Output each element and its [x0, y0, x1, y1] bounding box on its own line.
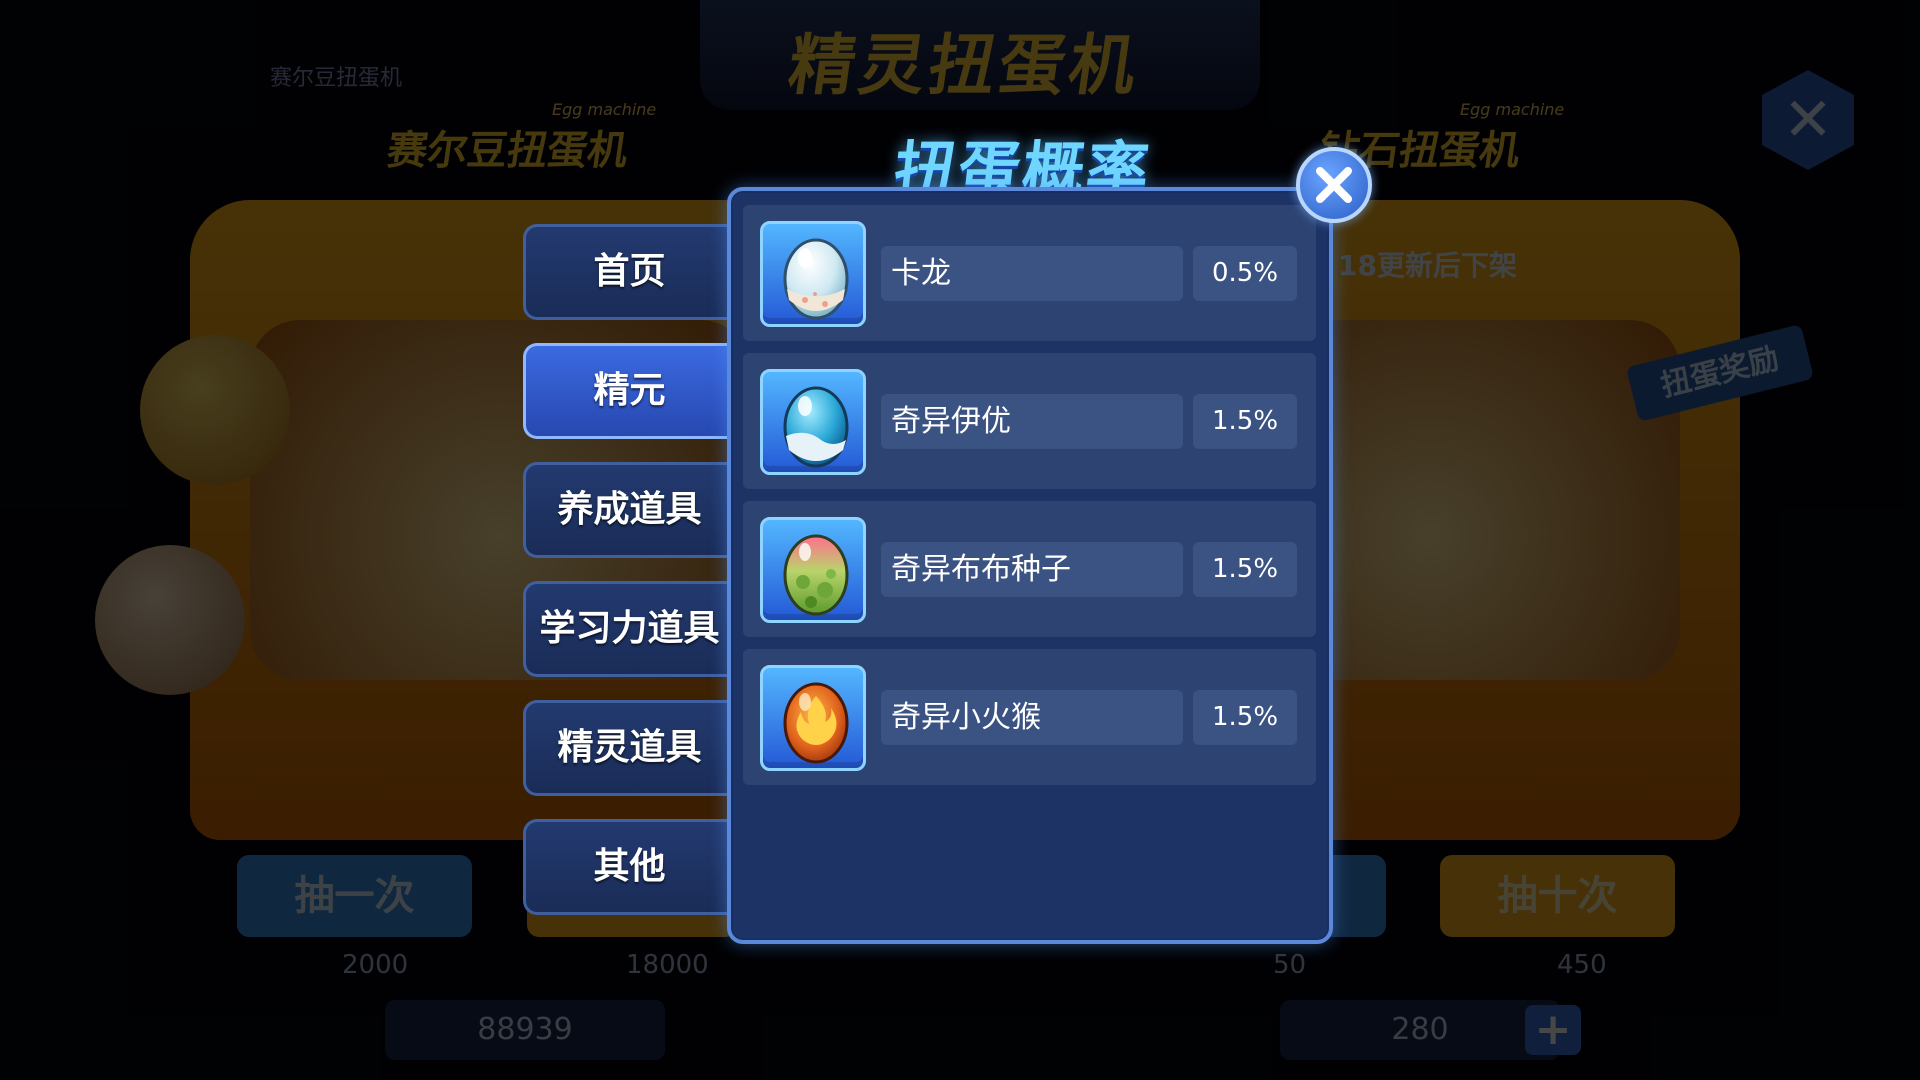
item-name: 奇异布布种子	[881, 542, 1183, 597]
bg-plus-icon: +	[1525, 1005, 1581, 1055]
bg-cost: 50	[1273, 950, 1307, 980]
tab-essence[interactable]: 精元	[523, 343, 733, 439]
item-name: 卡龙	[881, 246, 1183, 301]
list-item: 奇异布布种子 1.5%	[743, 501, 1316, 637]
bg-draw-ten-button: 抽十次	[1440, 855, 1675, 937]
tab-growth-items[interactable]: 养成道具	[523, 462, 733, 558]
bg-title: 精灵扭蛋机	[783, 27, 1145, 104]
bg-notice: 18更新后下架	[1338, 249, 1517, 282]
bg-bean-balance: 88939	[385, 1000, 665, 1060]
bg-left-machine-title: 赛尔豆扭蛋机	[384, 128, 631, 174]
tab-other[interactable]: 其他	[523, 819, 733, 915]
item-probability: 1.5%	[1193, 542, 1297, 597]
bg-close-icon: ✕	[1762, 70, 1854, 170]
bg-cost: 450	[1557, 950, 1607, 980]
bg-title-bar	[700, 0, 1260, 110]
tab-learning-items[interactable]: 学习力道具	[523, 581, 733, 677]
list-item: 奇异小火猴 1.5%	[743, 649, 1316, 785]
bg-cost: 18000	[626, 950, 709, 980]
item-name: 奇异小火猴	[881, 690, 1183, 745]
white-spotted-egg-icon	[760, 221, 866, 327]
bg-reward-tag: 扭蛋奖励	[1625, 324, 1815, 422]
bg-draw-once-button: 抽一次	[237, 855, 472, 937]
tab-spirit-items[interactable]: 精灵道具	[523, 700, 733, 796]
bg-left-tab: 赛尔豆扭蛋机	[270, 66, 403, 91]
list-item: 卡龙 0.5%	[743, 205, 1316, 341]
item-name: 奇异伊优	[881, 394, 1183, 449]
list-item: 奇异伊优 1.5%	[743, 353, 1316, 489]
bg-right-subtitle: Egg machine	[1460, 100, 1565, 119]
bg-left-subtitle: Egg machine	[552, 100, 657, 119]
close-icon	[1316, 167, 1352, 203]
bg-diamond-balance: 280	[1280, 1000, 1560, 1060]
item-probability: 0.5%	[1193, 246, 1297, 301]
bg-cost: 2000	[342, 950, 409, 980]
tab-home[interactable]: 首页	[523, 224, 733, 320]
item-probability: 1.5%	[1193, 394, 1297, 449]
bg-pet-orb	[140, 335, 290, 485]
orange-flame-egg-icon	[760, 665, 866, 771]
close-button[interactable]	[1296, 147, 1372, 223]
blue-water-egg-icon	[760, 369, 866, 475]
green-pink-egg-icon	[760, 517, 866, 623]
bg-pet-orb	[95, 545, 245, 695]
item-probability: 1.5%	[1193, 690, 1297, 745]
